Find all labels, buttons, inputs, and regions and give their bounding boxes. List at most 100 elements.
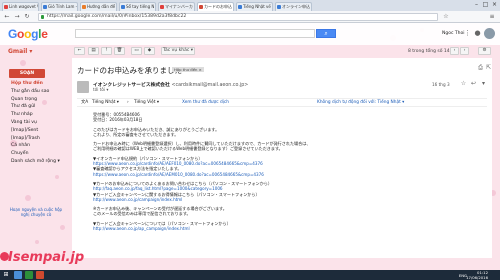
reload-icon[interactable]: ↻ [23, 13, 31, 21]
sidebar-nav: Hộp thư đến Thư gắn dấu sao Quan trọng Thư … [0, 80, 70, 166]
labels-button[interactable]: ◆ [144, 47, 155, 55]
body-link[interactable]: http://www.aeon.co.jp/ap_campaign/index.… [93, 226, 483, 231]
sidebar-item[interactable]: Cá nhân [0, 142, 70, 150]
tab-favicon-icon [4, 5, 8, 9]
compose-button[interactable]: SOẠN [9, 69, 45, 78]
chrome-icon[interactable] [25, 271, 33, 279]
browser-tab-bar: Linh wagovet Vie Gió Tính Lam - Hướng dẫn… [0, 0, 500, 11]
page-count: 8 trong tổng số 148 [408, 49, 453, 54]
browser-tab[interactable]: Gió Tính Lam - [41, 2, 78, 11]
menu-icon[interactable]: ≡ [488, 13, 496, 21]
settings-button[interactable]: ⚙ [478, 47, 491, 55]
gmail-menu[interactable]: Gmail ▾ [8, 48, 32, 55]
windows-taskbar: ⊞ ENG 01:12 17/06/2016 [0, 270, 500, 280]
gear-icon: ⚙ [482, 48, 487, 53]
search-icon: ⌕ [324, 30, 328, 37]
sidebar-item[interactable]: Danh sách mở rộng ▾ [0, 158, 70, 166]
search-button[interactable]: ⌕ [316, 29, 336, 38]
tab-label: マイナンバーカ [165, 4, 193, 9]
url-input[interactable]: https://mail.google.com/mail/u/0/#inbox/… [38, 13, 438, 21]
url-text: https://mail.google.com/mail/u/0/#inbox/… [47, 14, 187, 19]
app-icon[interactable] [36, 271, 44, 279]
sender-avatar [77, 81, 89, 93]
decorative-blossom [20, 60, 26, 66]
avatar[interactable] [484, 28, 495, 39]
mail-toolbar: Gmail ▾ ← ▤ ! 🗑 ▭ ◆ Tác vụ khác ▾ 8 tron… [0, 45, 500, 57]
browser-tab[interactable]: Tiếng Nhật về [236, 2, 273, 11]
sidebar-item[interactable]: Quan trọng [0, 96, 70, 104]
translate-bar: 文A Tiếng Nhật ▾ › Tiếng Việt ▾ Xem thư đ… [77, 98, 487, 107]
notifications-icon[interactable]: ● [473, 29, 482, 38]
recipient-details[interactable]: tới tôi ▾ [93, 87, 109, 92]
browser-tab[interactable]: カードのお申込 [197, 2, 234, 11]
translate-from[interactable]: Tiếng Nhật ▾ [92, 99, 119, 107]
gmail-header: Google ⌕ Ngoc Thoi ⋮ ● [0, 23, 500, 45]
lock-icon [41, 15, 44, 19]
move-to-button[interactable]: ▭ [131, 47, 142, 55]
browser-tab[interactable]: マイナンバーカ [158, 2, 195, 11]
decorative-blossom [25, 195, 31, 201]
older-button[interactable]: › [460, 47, 469, 55]
clock-date: 17/06/2016 [466, 275, 488, 280]
view-translation-link[interactable]: Xem thư đã được dịch [182, 99, 229, 107]
sidebar-item[interactable]: Hộp thư đến [0, 80, 70, 88]
tab-favicon-icon [121, 5, 125, 9]
forward-icon[interactable]: → [13, 13, 21, 21]
more-actions-button[interactable]: Tác vụ khác ▾ [161, 47, 195, 55]
tab-favicon-icon [43, 5, 47, 9]
translate-to[interactable]: Tiếng Việt ▾ [134, 99, 159, 107]
apps-grid-icon[interactable]: ⋮ [463, 29, 472, 38]
logo-letter: e [41, 27, 48, 41]
print-icon[interactable]: ⎙ [477, 64, 484, 71]
tab-label: Sổ tay tiếng N [126, 4, 155, 9]
tab-favicon-icon [82, 5, 86, 9]
tab-label: オンライン申込 [282, 4, 310, 9]
sidebar-item[interactable]: Chuyển [0, 150, 70, 158]
back-icon[interactable]: ← [3, 13, 11, 21]
email-body: 受付番号：00554B4606 受付日：2016年03月18日 このたびはカードをお… [93, 112, 483, 231]
star-icon[interactable]: ☆ [442, 13, 450, 21]
tab-favicon-icon [160, 5, 164, 9]
tab-label: Tiếng Nhật về [243, 4, 271, 9]
sidebar-item[interactable]: [Imap]/Sent [0, 127, 70, 135]
system-clock[interactable]: 01:12 17/06/2016 [466, 270, 488, 280]
report-spam-button[interactable]: ! [101, 47, 112, 55]
message-view: カードのお申込みを承りました Hộp thư đến × ⎙ ⇱ イオンクレジッ… [72, 58, 492, 258]
maximize-icon[interactable]: □ [481, 0, 490, 9]
browser-tab[interactable]: Sổ tay tiếng N [119, 2, 156, 11]
newer-button[interactable]: ‹ [450, 47, 459, 55]
sidebar-footer-link[interactable]: Hoạn nguyện và cuộc hộp nghị chuyện cò [6, 207, 66, 217]
sidebar-item[interactable]: [Imap]/Trash [0, 135, 70, 143]
tab-favicon-icon [277, 5, 281, 9]
close-window-icon[interactable]: × [490, 0, 499, 9]
minimize-icon[interactable]: – [472, 0, 481, 9]
star-icon[interactable]: ☆ [460, 80, 467, 87]
more-options-icon[interactable]: ▾ [480, 80, 487, 87]
user-name[interactable]: Ngoc Thoi [442, 31, 465, 36]
reply-icon[interactable]: ↩ [470, 80, 477, 87]
archive-button[interactable]: ▤ [88, 47, 99, 55]
delete-button[interactable]: 🗑 [114, 47, 125, 55]
watermark-icon [0, 252, 9, 261]
tab-label: カードのお申込 [204, 4, 232, 9]
browser-tab[interactable]: オンライン申込 [275, 2, 312, 11]
decorative-blossom [35, 240, 39, 244]
file-explorer-icon[interactable] [14, 271, 22, 279]
watermark-logo: Isempai.jp [0, 250, 84, 265]
search-input[interactable] [75, 29, 315, 38]
turn-off-translation-link[interactable]: Không dịch tự động đối với: Tiếng Nhật ▾ [317, 99, 404, 107]
browser-tab[interactable]: Linh wagovet Vie [2, 2, 39, 11]
back-to-inbox-button[interactable]: ← [74, 47, 85, 55]
tab-favicon-icon [199, 5, 203, 9]
new-window-icon[interactable]: ⇱ [485, 64, 492, 71]
windows-start-icon[interactable]: ⊞ [2, 271, 10, 279]
sidebar-item[interactable]: Thư gắn dấu sao [0, 88, 70, 96]
label-tag[interactable]: Hộp thư đến × [172, 67, 204, 72]
translate-icon: 文A [81, 100, 89, 105]
sidebar-item[interactable]: Thư nháp [0, 111, 70, 119]
browser-tab[interactable]: Hướng dẫn để [80, 2, 117, 11]
decorative-blossom [60, 225, 65, 230]
google-logo[interactable]: Google [8, 27, 48, 41]
sidebar-item[interactable]: Thư đã gửi [0, 103, 70, 111]
sidebar-item[interactable]: Vàng tài vụ [0, 119, 70, 127]
